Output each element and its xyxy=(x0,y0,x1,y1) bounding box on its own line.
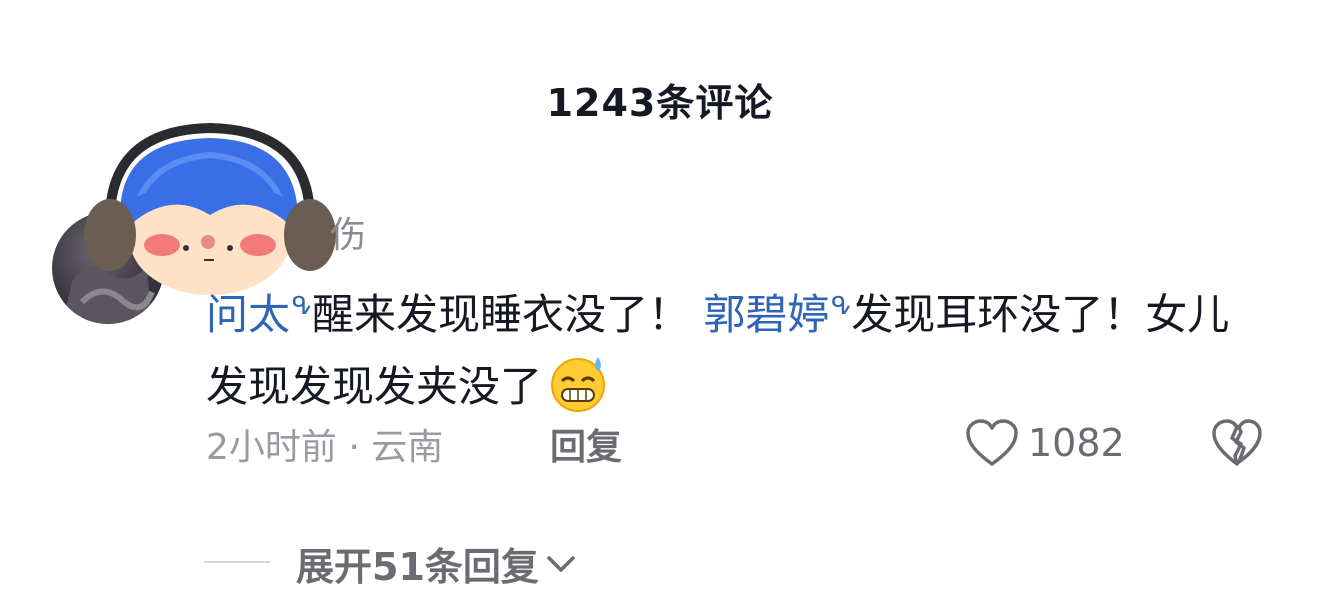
heart-outline-icon xyxy=(966,419,1018,466)
chevron-down-icon xyxy=(547,555,575,572)
meta-separator: · xyxy=(348,427,360,468)
expand-divider xyxy=(204,561,270,563)
broken-heart-icon xyxy=(1212,419,1262,466)
comment-text-segment: 醒来发现睡衣没了！ xyxy=(311,290,690,339)
dislike-button[interactable] xyxy=(1210,418,1264,468)
comment-count-title: 1243条评论 xyxy=(546,81,774,125)
mention-link[interactable]: 问太 xyxy=(206,290,290,339)
expand-replies-label: 展开51条回复 xyxy=(296,545,539,589)
like-button[interactable]: 1082 xyxy=(964,418,1125,468)
comment-username[interactable]: 伤 xyxy=(330,206,366,258)
comment-meta: 2小时前 · 云南 xyxy=(206,418,443,470)
comment-text: 问太ᕴ醒来发现睡衣没了！ 郭碧婷ᕴ发现耳环没了！女儿发现发现发夹没了 xyxy=(206,270,1266,423)
reply-button[interactable]: 回复 xyxy=(550,418,622,470)
expand-replies-button[interactable]: 展开51条回复 xyxy=(296,536,577,591)
grinning-sweat-emoji xyxy=(546,351,610,415)
like-count: 1082 xyxy=(1028,421,1125,465)
comment-location: 云南 xyxy=(371,427,444,468)
search-small-icon: ᕴ xyxy=(292,292,312,320)
comment-time: 2小时前 xyxy=(206,427,337,468)
mention-link[interactable]: 郭碧婷 xyxy=(703,290,829,339)
search-small-icon: ᕴ xyxy=(831,292,852,320)
